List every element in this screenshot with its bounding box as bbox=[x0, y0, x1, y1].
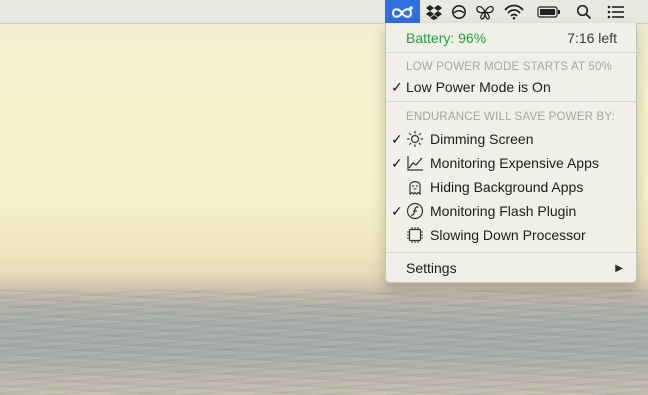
ghost-icon bbox=[409, 181, 421, 196]
flash-icon bbox=[406, 202, 424, 220]
processor-label: Slowing Down Processor bbox=[430, 227, 586, 243]
menu-item-monitoring-expensive-apps[interactable]: ✓ Monitoring Expensive Apps bbox=[386, 151, 636, 175]
background-apps-label: Hiding Background Apps bbox=[430, 179, 584, 195]
low-power-mode-item[interactable]: ✓ Low Power Mode is On bbox=[386, 75, 636, 99]
menu-item-hiding-background-apps[interactable]: Hiding Background Apps bbox=[386, 175, 636, 199]
notification-list-menubar-item[interactable] bbox=[605, 0, 627, 23]
sea-area bbox=[0, 290, 648, 395]
separator bbox=[386, 52, 636, 53]
dimming-screen-label: Dimming Screen bbox=[430, 131, 534, 147]
status-circle-menubar-item[interactable] bbox=[449, 0, 469, 23]
dimming-screen-checkmark: ✓ bbox=[391, 130, 403, 147]
butterfly-icon bbox=[476, 5, 494, 20]
battery-status-row: Battery: 96% 7:16 left bbox=[386, 26, 636, 50]
dropbox-menubar-item[interactable] bbox=[423, 0, 445, 23]
flash-plugin-label: Monitoring Flash Plugin bbox=[430, 203, 577, 219]
time-remaining: 7:16 left bbox=[567, 30, 617, 46]
flash-plugin-checkmark: ✓ bbox=[391, 202, 403, 219]
menu-item-slowing-down-processor[interactable]: Slowing Down Processor bbox=[386, 223, 636, 247]
list-icon bbox=[607, 5, 624, 18]
low-power-checkmark: ✓ bbox=[391, 78, 403, 95]
butterfly-menubar-item[interactable] bbox=[474, 0, 496, 23]
expensive-apps-label: Monitoring Expensive Apps bbox=[430, 155, 599, 171]
wifi-menubar-item[interactable] bbox=[502, 0, 526, 23]
battery-percentage: Battery: 96% bbox=[406, 30, 487, 46]
endurance-header-row: ENDURANCE WILL SAVE POWER BY: bbox=[386, 105, 636, 129]
search-menubar-item[interactable] bbox=[574, 0, 594, 23]
status-circle-icon bbox=[452, 4, 466, 19]
expensive-apps-checkmark: ✓ bbox=[391, 154, 403, 171]
endurance-dropdown-menu: Battery: 96% 7:16 left LOW POWER MODE ST… bbox=[385, 23, 637, 283]
brightness-icon bbox=[407, 131, 423, 147]
chart-icon bbox=[407, 156, 423, 171]
settings-menu-item[interactable]: Settings ▶ bbox=[386, 256, 636, 280]
low-power-status-label: Low Power Mode is On bbox=[406, 79, 551, 95]
menu-item-monitoring-flash-plugin[interactable]: ✓ Monitoring Flash Plugin bbox=[386, 199, 636, 223]
wifi-icon bbox=[504, 4, 524, 20]
dropbox-icon bbox=[426, 4, 442, 20]
separator bbox=[386, 101, 636, 102]
submenu-arrow-icon: ▶ bbox=[615, 262, 623, 274]
search-icon bbox=[576, 4, 592, 19]
battery-menubar-item[interactable] bbox=[535, 0, 563, 23]
settings-label: Settings bbox=[406, 260, 457, 276]
processor-icon bbox=[407, 227, 423, 243]
low-power-header: LOW POWER MODE STARTS AT 50% bbox=[406, 61, 613, 73]
endurance-header: ENDURANCE WILL SAVE POWER BY: bbox=[406, 111, 616, 123]
endurance-menubar-item[interactable] bbox=[385, 0, 420, 23]
menu-bar bbox=[0, 0, 648, 24]
battery-icon bbox=[537, 5, 560, 18]
endurance-icon bbox=[391, 5, 413, 18]
separator bbox=[386, 252, 636, 253]
menu-item-dimming-screen[interactable]: ✓ Dimming Screen bbox=[386, 127, 636, 151]
